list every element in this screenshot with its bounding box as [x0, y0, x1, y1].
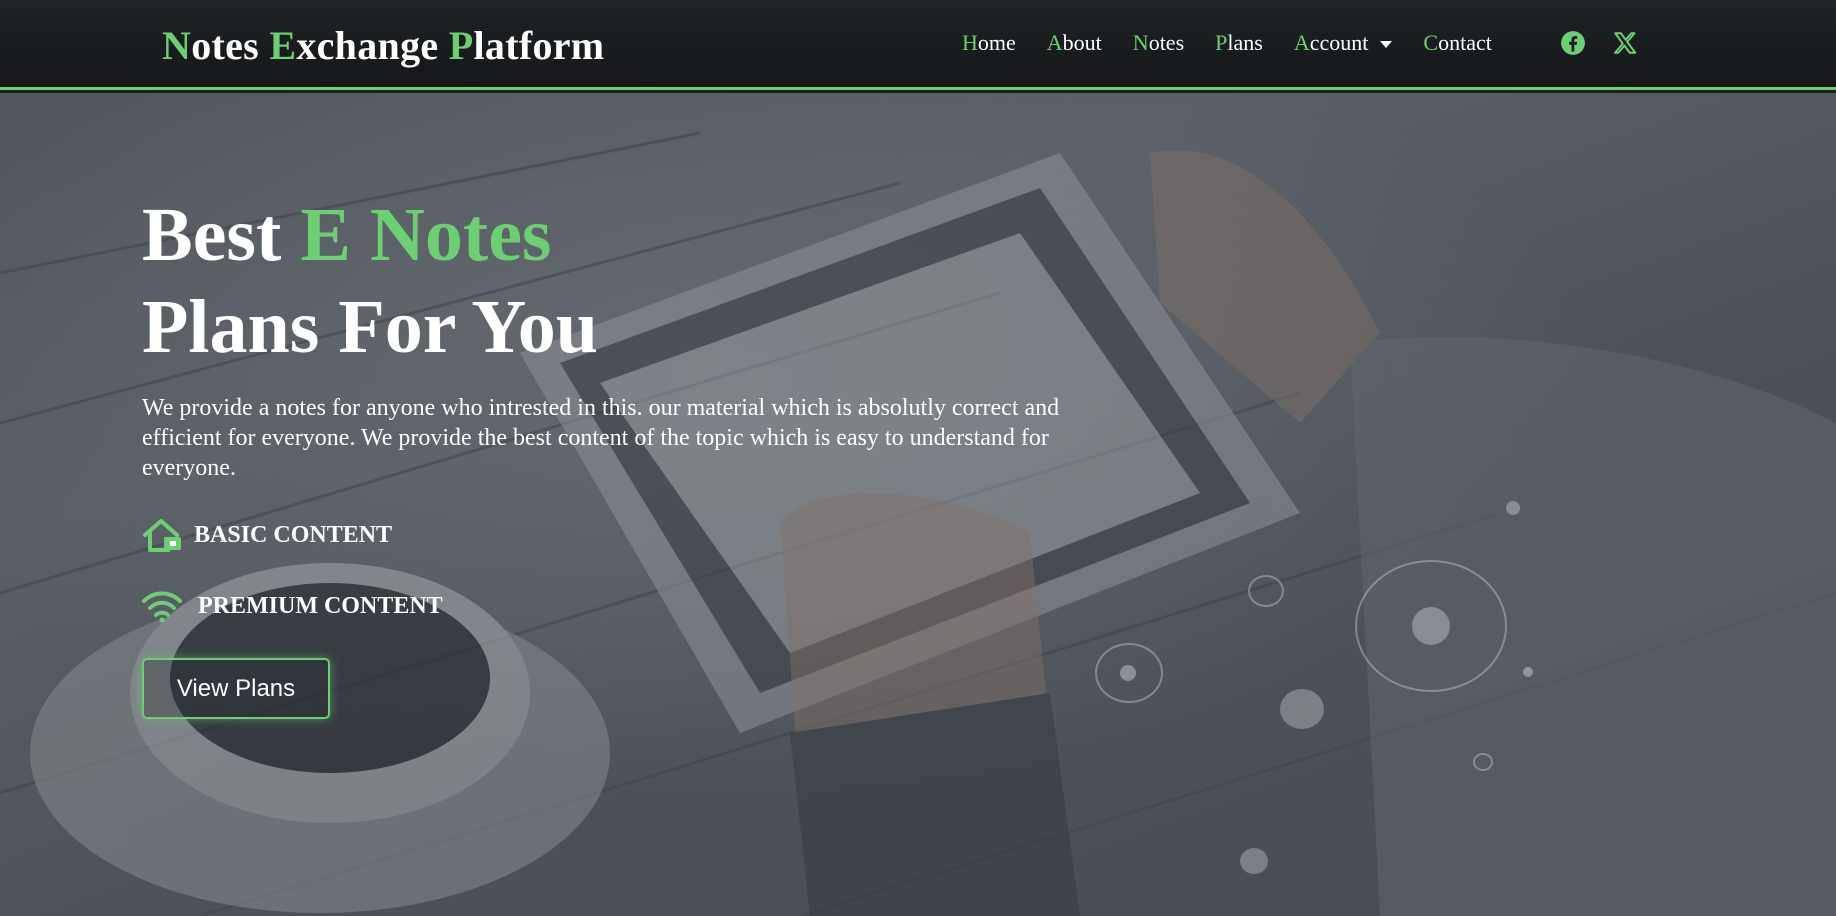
navbar: Notes Exchange Platform Home About Notes… — [0, 0, 1836, 90]
nav-link-notes[interactable]: Notes — [1133, 30, 1184, 56]
decor-bubble — [1473, 753, 1493, 771]
brand-word: latform — [473, 23, 605, 68]
nav-links: Home About Notes Plans Account Contact — [962, 30, 1523, 56]
hero-title: Best E Notes Plans For You — [142, 193, 599, 369]
nav-link-about[interactable]: About — [1047, 30, 1102, 56]
wifi-icon — [142, 591, 182, 623]
brand-word: xchange — [296, 23, 439, 68]
nav-link-home[interactable]: Home — [962, 30, 1016, 56]
decor-bubble — [1506, 501, 1520, 515]
nav-dropdown-account[interactable]: Account — [1294, 30, 1393, 56]
caret-down-icon — [1380, 40, 1393, 48]
brand-initial: E — [269, 23, 297, 68]
house-icon — [143, 519, 181, 552]
brand-logo[interactable]: Notes Exchange Platform — [162, 22, 604, 69]
decor-bubble — [1120, 665, 1136, 681]
nav-link-contact[interactable]: Contact — [1423, 30, 1491, 56]
decor-bubble — [1240, 848, 1268, 874]
feature-basic-content: BASIC CONTENT — [142, 517, 392, 553]
x-twitter-icon[interactable] — [1612, 30, 1638, 56]
brand-initial: N — [162, 23, 192, 68]
decor-bubble — [1248, 575, 1284, 607]
feature-label: PREMIUM CONTENT — [198, 592, 443, 619]
decor-bubble — [1280, 689, 1324, 729]
brand-initial: P — [448, 23, 474, 68]
decor-bubble — [1523, 667, 1533, 677]
brand-word: otes — [191, 23, 260, 68]
feature-premium-content: PREMIUM CONTENT — [142, 589, 443, 623]
facebook-icon[interactable] — [1560, 30, 1586, 56]
hero-description: We provide a notes for anyone who intres… — [142, 395, 1060, 481]
decor-bubble — [1412, 607, 1450, 645]
feature-label: BASIC CONTENT — [194, 521, 393, 548]
nav-link-plans[interactable]: Plans — [1215, 30, 1263, 56]
hero-section: Best E Notes Plans For You We provide a … — [0, 93, 1836, 916]
view-plans-button[interactable]: View Plans — [142, 658, 330, 719]
